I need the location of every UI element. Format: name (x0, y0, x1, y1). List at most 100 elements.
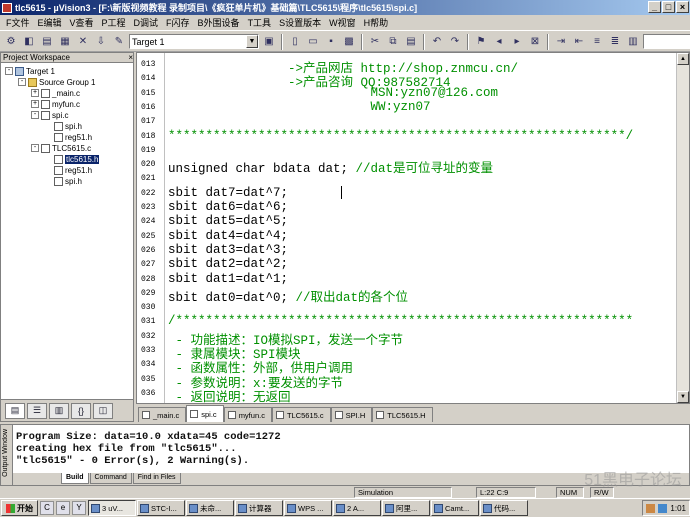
code-line[interactable]: sbit dat0=dat^0; //取出dat的各个位 (168, 286, 408, 305)
redo-icon[interactable]: ↷ (447, 34, 463, 50)
functions-tab-icon[interactable]: {} (71, 402, 91, 419)
code-line[interactable]: sbit dat3=dat^3; (168, 243, 288, 257)
minimize-button[interactable]: _ (648, 1, 661, 13)
menu-help[interactable]: H帮助 (360, 16, 393, 29)
menu-edit[interactable]: E编辑 (34, 16, 66, 29)
unindent-icon[interactable]: ⇤ (571, 34, 587, 50)
tree-node[interactable]: - Source Group 1 (18, 77, 95, 87)
clear-bookmarks-icon[interactable]: ⊠ (527, 34, 543, 50)
undo-icon[interactable]: ↶ (429, 34, 445, 50)
output-tab[interactable]: Build (61, 473, 89, 484)
indent-icon[interactable]: ⇥ (553, 34, 569, 50)
find-file-icon[interactable]: ▥ (625, 34, 641, 50)
expand-icon[interactable]: + (31, 89, 39, 97)
code-line[interactable]: sbit dat4=dat^4; (168, 229, 288, 243)
scroll-down-icon[interactable]: ▼ (677, 391, 689, 403)
rebuild-icon[interactable]: ▦ (57, 34, 73, 50)
code-line[interactable]: MSN:yzn07@126.com (168, 86, 499, 100)
code-line[interactable]: sbit dat1=dat^1; (168, 272, 288, 286)
task-button[interactable]: 阿里... (382, 500, 430, 516)
target-select[interactable]: Target 1 ▼ (129, 34, 259, 49)
menu-project[interactable]: P工程 (98, 16, 130, 29)
templates-tab-icon[interactable]: ◫ (93, 402, 113, 419)
menu-debug[interactable]: D调试 (130, 16, 163, 29)
tree-node[interactable]: reg51.h (44, 165, 92, 175)
code-line[interactable]: unsigned char bdata dat; //dat是可位寻址的变量 (168, 157, 493, 176)
code-line[interactable]: sbit dat6=dat^6; (168, 200, 288, 214)
menu-tools[interactable]: T工具 (244, 16, 276, 29)
task-button[interactable]: 计算器 (235, 500, 283, 516)
code-line[interactable]: WW:yzn07 (168, 100, 431, 114)
target-options-icon[interactable]: ▣ (261, 34, 277, 50)
tree-node[interactable]: reg51.h (44, 132, 92, 142)
quicklaunch-item[interactable]: e (56, 501, 70, 515)
task-button[interactable]: 未命... (186, 500, 234, 516)
build-target-icon[interactable]: ⚙ (3, 34, 19, 50)
find-select[interactable]: ▼ (643, 34, 690, 49)
copy-icon[interactable]: ⧉ (385, 34, 401, 50)
editor-tab[interactable]: SPI.H (330, 407, 373, 422)
tree-node[interactable]: + myfun.c (31, 99, 80, 109)
comment-icon[interactable]: ≡ (589, 34, 605, 50)
editor-tab[interactable]: spi.c (186, 405, 224, 422)
editor-tab[interactable]: myfun.c (223, 407, 272, 422)
tree-node[interactable]: spi.h (44, 176, 82, 186)
task-button[interactable]: WPS ... (284, 500, 332, 516)
files-tab-icon[interactable]: ▤ (5, 402, 25, 419)
tree-node[interactable]: + _main.c (31, 88, 80, 98)
open-file-icon[interactable]: ▭ (305, 34, 321, 50)
tree-node[interactable]: - TLC5615.c (31, 143, 91, 153)
editor-tab[interactable]: _main.c (138, 407, 187, 422)
task-button[interactable]: STC-I... (137, 500, 185, 516)
code-line[interactable]: sbit dat2=dat^2; (168, 257, 288, 271)
vertical-scrollbar[interactable]: ▲ ▼ (676, 53, 689, 403)
editor-tab[interactable]: TLC5615.H (372, 407, 433, 422)
code-area[interactable]: 013 ->产品网店 http://shop.znmcu.cn/014 ->产品… (137, 53, 677, 403)
collapse-icon[interactable]: - (5, 67, 13, 75)
translate-icon[interactable]: ◧ (21, 34, 37, 50)
uncomment-icon[interactable]: ≣ (607, 34, 623, 50)
collapse-icon[interactable]: - (31, 111, 39, 119)
menu-file[interactable]: F文件 (2, 16, 34, 29)
task-button[interactable]: 代码... (480, 500, 528, 516)
tray-icon[interactable] (646, 503, 656, 513)
tree-node[interactable]: spi.h (44, 121, 82, 131)
cut-icon[interactable]: ✂ (367, 34, 383, 50)
download-icon[interactable]: ⇩ (93, 34, 109, 50)
code-line[interactable]: - 返回说明：无返回 (168, 386, 291, 403)
regs-tab-icon[interactable]: ☰ (27, 402, 47, 419)
prev-bookmark-icon[interactable]: ◂ (491, 34, 507, 50)
close-button[interactable]: × (676, 1, 689, 13)
tree-node[interactable]: tlc5615.h (44, 154, 100, 164)
editor-tab[interactable]: TLC5615.c (271, 407, 331, 422)
menu-flash[interactable]: F闪存 (162, 16, 194, 29)
new-file-icon[interactable]: ▯ (287, 34, 303, 50)
collapse-icon[interactable]: - (31, 144, 39, 152)
collapse-icon[interactable]: - (18, 78, 26, 86)
output-tab[interactable]: Find in Files (132, 473, 181, 484)
menu-peripherals[interactable]: B外围设备 (194, 16, 244, 29)
task-button[interactable]: Camt... (431, 500, 479, 516)
workspace-close-icon[interactable]: × (128, 53, 133, 62)
task-button[interactable]: 3 uV... (88, 500, 136, 516)
scroll-up-icon[interactable]: ▲ (677, 53, 689, 65)
expand-icon[interactable]: + (31, 100, 39, 108)
code-line[interactable]: sbit dat7=dat^7; (168, 186, 288, 200)
options-icon[interactable]: ✎ (111, 34, 127, 50)
code-line[interactable]: /***************************************… (168, 314, 633, 328)
quicklaunch-item[interactable]: C (40, 501, 54, 515)
code-editor[interactable]: 013 ->产品网店 http://shop.znmcu.cn/014 ->产品… (136, 52, 690, 404)
menu-view[interactable]: V查看 (66, 16, 98, 29)
paste-icon[interactable]: ▤ (403, 34, 419, 50)
stop-build-icon[interactable]: ✕ (75, 34, 91, 50)
menu-svcs[interactable]: S设置版本 (275, 16, 325, 29)
menu-window[interactable]: W视窗 (325, 16, 360, 29)
start-button[interactable]: 开始 (1, 500, 38, 516)
tray-icon[interactable] (658, 503, 668, 513)
next-bookmark-icon[interactable]: ▸ (509, 34, 525, 50)
code-line[interactable]: ****************************************… (168, 129, 633, 143)
output-tab[interactable]: Command (89, 473, 132, 484)
quicklaunch-item[interactable]: Y (72, 501, 86, 515)
save-all-icon[interactable]: ▩ (341, 34, 357, 50)
maximize-button[interactable]: □ (662, 1, 675, 13)
